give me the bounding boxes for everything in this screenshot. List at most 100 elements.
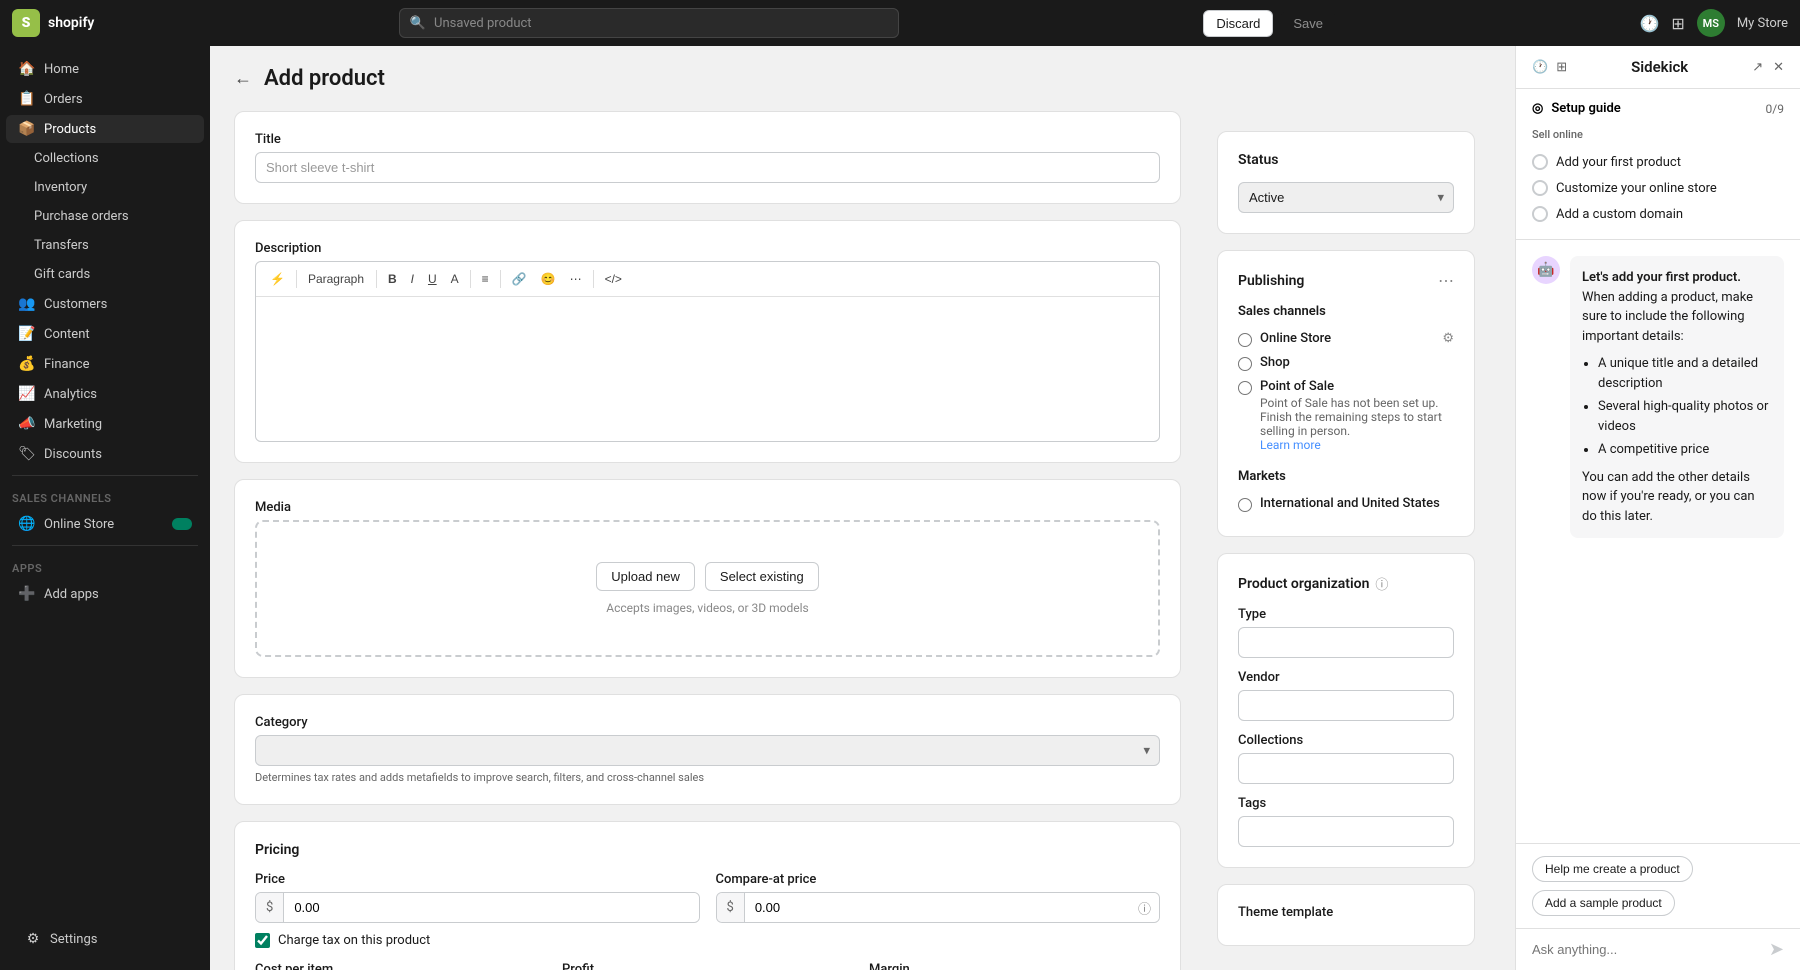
- compare-symbol: $: [717, 893, 745, 922]
- setup-check-1: [1532, 154, 1548, 170]
- add-sample-product-button[interactable]: Add a sample product: [1532, 890, 1675, 916]
- tags-input[interactable]: [1238, 816, 1454, 847]
- sidebar: 🏠 Home 📋 Orders 📦 Products Collections I…: [0, 46, 210, 970]
- price-input[interactable]: [284, 893, 698, 922]
- online-store-radio[interactable]: [1238, 333, 1252, 347]
- sidebar-item-customers[interactable]: 👥 Customers: [6, 290, 204, 318]
- sidebar-item-add-apps[interactable]: ➕ Add apps: [6, 580, 204, 608]
- sidebar-item-marketing[interactable]: 📣 Marketing: [6, 410, 204, 438]
- sidebar-item-discounts-label: Discounts: [44, 447, 102, 462]
- price-field: Price $: [255, 872, 700, 923]
- sidebar-item-inventory[interactable]: Inventory: [6, 174, 204, 201]
- shop-radio[interactable]: [1238, 357, 1252, 371]
- avatar[interactable]: MS: [1697, 9, 1725, 37]
- charge-tax-label: Charge tax on this product: [278, 933, 430, 948]
- sidekick-panel: 🕐 ⊞ Sidekick ↗ ✕ ◎ Setup guide 0/9 Sell …: [1515, 46, 1800, 970]
- sales-channels-label: Sales channels: [1238, 304, 1454, 319]
- sidekick-header: 🕐 ⊞ Sidekick ↗ ✕: [1516, 46, 1800, 89]
- pos-radio[interactable]: [1238, 381, 1252, 395]
- rte-sep-2: [376, 270, 377, 288]
- sidebar-item-analytics[interactable]: 📈 Analytics: [6, 380, 204, 408]
- finance-icon: 💰: [18, 356, 36, 372]
- sidekick-ask-input[interactable]: [1532, 942, 1761, 957]
- sidebar-item-content[interactable]: 📝 Content: [6, 320, 204, 348]
- sidebar-item-settings[interactable]: ⚙ Settings: [12, 925, 198, 953]
- setup-item-2-label: Customize your online store: [1556, 181, 1717, 196]
- sidekick-send-button[interactable]: ➤: [1769, 939, 1784, 960]
- description-textarea[interactable]: [256, 297, 1159, 437]
- sidebar-item-home-label: Home: [44, 62, 79, 77]
- sell-online-label: Sell online: [1532, 128, 1784, 141]
- charge-tax-checkbox[interactable]: [255, 933, 270, 948]
- help-create-product-button[interactable]: Help me create a product: [1532, 856, 1693, 882]
- vendor-input[interactable]: [1238, 690, 1454, 721]
- type-field: Type: [1238, 607, 1454, 658]
- upload-new-button[interactable]: Upload new: [596, 562, 695, 591]
- rte-underline-button[interactable]: U: [422, 268, 443, 290]
- category-select[interactable]: [255, 735, 1160, 766]
- setup-item-domain[interactable]: Add a custom domain: [1532, 201, 1784, 227]
- search-bar: 🔍 Unsaved product: [399, 8, 899, 38]
- sidekick-grid-icon[interactable]: ⊞: [1556, 60, 1567, 75]
- back-button[interactable]: ←: [234, 68, 252, 89]
- sidebar-item-transfers[interactable]: Transfers: [6, 232, 204, 259]
- media-card: Media Upload new Select existing Accepts…: [234, 479, 1181, 678]
- online-store-settings-icon[interactable]: ⚙: [1442, 331, 1454, 346]
- title-card: Title: [234, 111, 1181, 204]
- org-header: Product organization ⓘ: [1238, 574, 1454, 593]
- sidekick-expand-icon[interactable]: ↗: [1752, 60, 1763, 75]
- chat-bold-intro: Let's add your first product.: [1582, 270, 1741, 285]
- rte-color-button[interactable]: A: [445, 268, 465, 290]
- sidebar-item-orders[interactable]: 📋 Orders: [6, 85, 204, 113]
- intl-market-radio[interactable]: [1238, 498, 1252, 512]
- sidebar-item-gift-cards[interactable]: Gift cards: [6, 261, 204, 288]
- sidekick-close-icon[interactable]: ✕: [1773, 60, 1784, 75]
- intl-market-name: International and United States: [1260, 496, 1440, 511]
- online-store-toggle[interactable]: [172, 518, 192, 530]
- rte-format-icon[interactable]: ⚡: [264, 268, 291, 290]
- sidebar-item-online-store[interactable]: 🌐 Online Store: [6, 510, 204, 538]
- rte-emoji-button[interactable]: 😊: [535, 268, 562, 290]
- vendor-field: Vendor: [1238, 670, 1454, 721]
- publishing-actions-icon[interactable]: ⋯: [1438, 271, 1454, 290]
- topbar-right: 🕐 ⊞ MS My Store: [1640, 9, 1789, 37]
- sidebar-item-collections[interactable]: Collections: [6, 145, 204, 172]
- save-button[interactable]: Save: [1281, 11, 1335, 36]
- sidebar-item-purchase-orders[interactable]: Purchase orders: [6, 203, 204, 230]
- setup-item-first-product[interactable]: Add your first product: [1532, 149, 1784, 175]
- rte-more-button[interactable]: ⋯: [564, 268, 588, 290]
- sidebar-item-products[interactable]: 📦 Products: [6, 115, 204, 143]
- collections-input[interactable]: [1238, 753, 1454, 784]
- status-select[interactable]: Active Draft: [1238, 182, 1454, 213]
- type-input[interactable]: [1238, 627, 1454, 658]
- discard-button[interactable]: Discard: [1203, 10, 1273, 37]
- sidebar-divider-1: [12, 475, 198, 476]
- media-hint: Accepts images, videos, or 3D models: [277, 601, 1138, 615]
- org-info-icon: ⓘ: [1375, 574, 1388, 593]
- setup-item-customize[interactable]: Customize your online store: [1532, 175, 1784, 201]
- sidebar-item-transfers-label: Transfers: [34, 238, 89, 253]
- title-input[interactable]: [255, 152, 1160, 183]
- rte-style-select[interactable]: Paragraph: [302, 268, 371, 290]
- rte-italic-button[interactable]: I: [405, 268, 420, 290]
- rte-align-button[interactable]: ≡: [476, 268, 495, 290]
- learn-more-link[interactable]: Learn more: [1260, 438, 1321, 452]
- compare-info-icon: ⓘ: [1138, 898, 1151, 917]
- compare-input[interactable]: [745, 893, 1159, 922]
- rte-code-button[interactable]: </>: [599, 268, 628, 290]
- rte-link-button[interactable]: 🔗: [506, 268, 533, 290]
- sidekick-history-icon[interactable]: 🕐: [1532, 60, 1548, 75]
- select-existing-button[interactable]: Select existing: [705, 562, 819, 591]
- category-card: Category Determines tax rates and adds m…: [234, 694, 1181, 805]
- shop-channel-name: Shop: [1260, 355, 1290, 370]
- history-icon[interactable]: 🕐: [1640, 14, 1660, 33]
- rte-bold-button[interactable]: B: [382, 268, 403, 290]
- chat-bullet-list: A unique title and a detailed descriptio…: [1598, 354, 1772, 460]
- sidebar-item-finance[interactable]: 💰 Finance: [6, 350, 204, 378]
- sidebar-item-customers-label: Customers: [44, 297, 107, 312]
- setup-check-3: [1532, 206, 1548, 222]
- sidebar-item-discounts[interactable]: 🏷 Discounts: [6, 440, 204, 468]
- customize-icon[interactable]: ⊞: [1671, 14, 1684, 33]
- sidebar-item-marketing-label: Marketing: [44, 417, 102, 432]
- sidebar-item-home[interactable]: 🏠 Home: [6, 55, 204, 83]
